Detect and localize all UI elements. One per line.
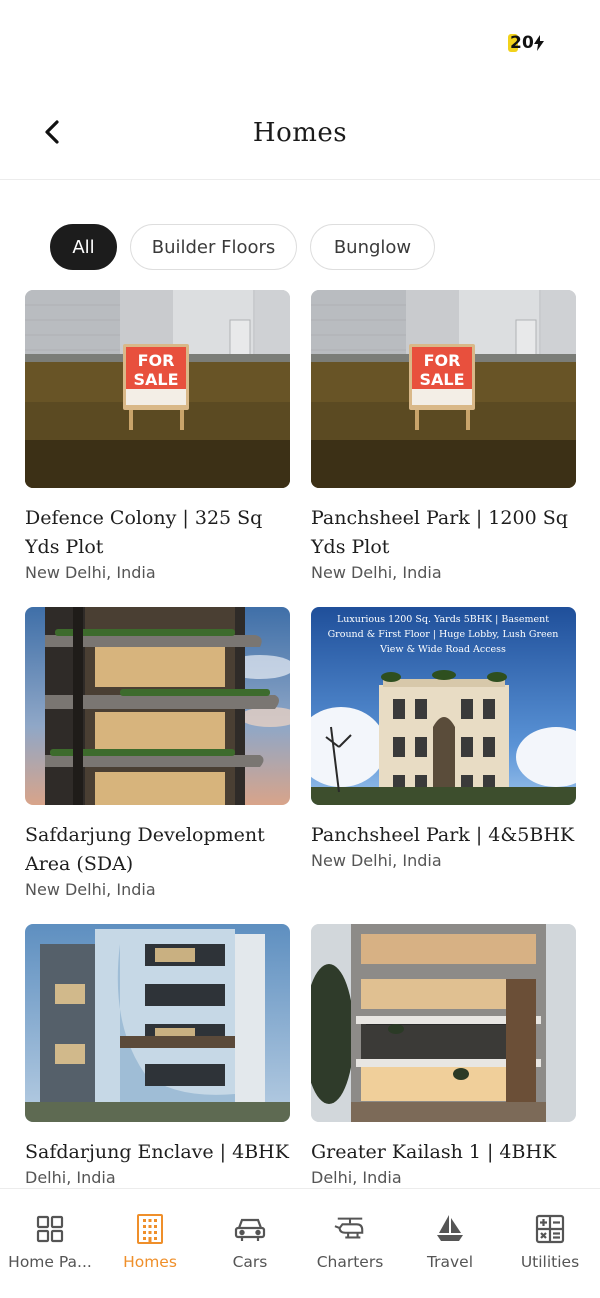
filter-chip-bunglow[interactable]: Bunglow <box>310 224 435 270</box>
sign-text-line2: SALE <box>133 370 178 389</box>
nav-label: Homes <box>123 1253 177 1271</box>
app-header: Homes <box>0 92 600 180</box>
listing-card[interactable]: Safdarjung Enclave | 4BHK Delhi, India <box>25 924 290 1188</box>
banner-text-line2: Ground & First Floor | Huge Lobby, Lush … <box>328 629 559 640</box>
sign-text-line1: FOR <box>138 351 175 370</box>
nav-item-cars[interactable]: Cars <box>200 1189 300 1298</box>
building-icon <box>134 1213 166 1245</box>
nav-label: Travel <box>426 1253 474 1271</box>
listing-title: Safdarjung Enclave | 4BHK <box>25 1141 289 1163</box>
charging-bolt-icon <box>534 35 545 51</box>
nav-item-homes[interactable]: Homes <box>100 1189 200 1298</box>
bottom-navigation: Home Pa... Homes Cars Charters Travel Ut… <box>0 1188 600 1298</box>
nav-label: Home Pa... <box>8 1253 92 1271</box>
listing-image-terraced-building <box>25 607 290 805</box>
nav-item-home-page[interactable]: Home Pa... <box>0 1189 100 1298</box>
filter-chip-all[interactable]: All <box>50 224 117 270</box>
sailboat-icon <box>434 1213 466 1245</box>
battery-indicator: 20 <box>506 30 545 56</box>
nav-label: Utilities <box>520 1253 580 1271</box>
banner-text-line3: View & Wide Road Access <box>379 644 506 655</box>
listing-image-contemporary-building <box>25 924 290 1122</box>
listing-card[interactable]: Safdarjung Development Area (SDA) New De… <box>25 607 290 901</box>
grid-icon <box>34 1213 66 1245</box>
nav-label: Cars <box>232 1253 268 1271</box>
nav-item-charters[interactable]: Charters <box>300 1189 400 1298</box>
listing-title: Safdarjung Development Area (SDA) <box>25 824 265 875</box>
listing-image-for-sale: FOR SALE <box>311 290 576 488</box>
listing-title: Panchsheel Park | 1200 Sq Yds Plot <box>311 507 568 558</box>
listing-title: Greater Kailash 1 | 4BHK <box>311 1141 557 1163</box>
status-bar: 20 <box>0 0 600 80</box>
sign-text-line2: SALE <box>419 370 464 389</box>
listing-location: Delhi, India <box>311 1168 402 1187</box>
listing-title: Panchsheel Park | 4&5BHK <box>311 824 575 846</box>
filter-chip-builder-floors[interactable]: Builder Floors <box>130 224 297 270</box>
listing-location: New Delhi, India <box>25 563 156 582</box>
calculator-icon <box>534 1213 566 1245</box>
listing-card[interactable]: FOR SALE Panchsheel Park | 1200 Sq Yds P… <box>311 290 576 584</box>
listing-image-modern-builder-floor <box>311 924 576 1122</box>
nav-item-utilities[interactable]: Utilities <box>500 1189 600 1298</box>
filter-chips: All Builder Floors Bunglow <box>50 224 435 270</box>
listing-title: Defence Colony | 325 Sq Yds Plot <box>25 507 263 558</box>
listing-location: Delhi, India <box>25 1168 116 1187</box>
listing-grid: FOR SALE Defence Colony | 325 Sq Yds Plo… <box>25 290 576 1188</box>
listing-card[interactable]: Greater Kailash 1 | 4BHK Delhi, India <box>311 924 576 1188</box>
helicopter-icon <box>334 1213 366 1245</box>
nav-label: Charters <box>316 1253 384 1271</box>
battery-percent: 20 <box>510 33 535 53</box>
sign-text-line1: FOR <box>424 351 461 370</box>
banner-text-line1: Luxurious 1200 Sq. Yards 5BHK | Basement <box>337 614 549 625</box>
listing-image-classic-facade: Luxurious 1200 Sq. Yards 5BHK | Basement… <box>311 607 576 805</box>
page-title: Homes <box>252 118 348 148</box>
listing-location: New Delhi, India <box>311 563 442 582</box>
listing-card[interactable]: FOR SALE Defence Colony | 325 Sq Yds Plo… <box>25 290 290 584</box>
listing-image-for-sale: FOR SALE <box>25 290 290 488</box>
listing-card[interactable]: Luxurious 1200 Sq. Yards 5BHK | Basement… <box>311 607 576 872</box>
listing-location: New Delhi, India <box>311 851 442 870</box>
listing-location: New Delhi, India <box>25 880 156 899</box>
nav-item-travel[interactable]: Travel <box>400 1189 500 1298</box>
car-icon <box>234 1213 266 1245</box>
